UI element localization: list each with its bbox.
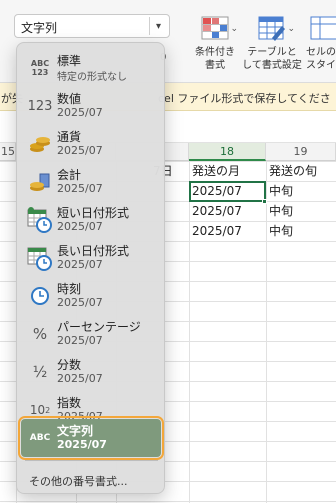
format-item-short-date[interactable]: 短い日付形式 2025/07 — [21, 201, 161, 239]
format-example: 2025/07 — [57, 182, 103, 195]
number-format-combobox[interactable]: 文字列 ▾ — [14, 14, 170, 38]
format-item-fraction[interactable]: ½ 分数 2025/07 — [21, 353, 161, 391]
number-format-dropdown: ABC 123 標準 特定の形式なし 123 数値 2025/07 通貨 2025… — [16, 42, 165, 494]
format-example: 2025/07 — [57, 258, 103, 271]
cell-month[interactable]: 2025/07 — [189, 221, 242, 241]
percent-icon: % — [32, 325, 48, 343]
calendar-clock-icon — [27, 245, 53, 271]
format-example: 2025/07 — [57, 144, 103, 157]
format-item-time[interactable]: 時刻 2025/07 — [21, 277, 161, 315]
format-name: 文字列 — [57, 424, 94, 438]
format-name: 指数 — [57, 396, 82, 410]
format-item-text[interactable]: ABC 文字列 2025/07 — [18, 416, 164, 460]
format-example: 2025/07 — [57, 334, 103, 347]
more-number-formats-item[interactable]: その他の番号書式... — [29, 473, 128, 489]
conditional-format-button[interactable]: ⌄ 条件付き 書式 — [190, 16, 240, 72]
format-item-percentage[interactable]: % パーセンテージ 2025/07 — [21, 315, 161, 353]
format-example: 2025/07 — [57, 106, 103, 119]
abc-123-icon: ABC 123 — [30, 59, 50, 77]
menu-divider — [25, 460, 158, 461]
format-name: 標準 — [57, 54, 82, 68]
conditional-format-icon: ⌄ — [201, 16, 238, 42]
number-123-icon: 123 — [27, 98, 53, 114]
format-example: 2025/07 — [57, 372, 103, 385]
format-item-accounting[interactable]: 会計 2025/07 — [21, 163, 161, 201]
format-as-table-button[interactable]: ⌄ テーブルと して書式設定 — [242, 16, 302, 72]
format-example: 特定の形式なし — [57, 72, 127, 83]
format-item-general[interactable]: ABC 123 標準 特定の形式なし — [21, 49, 161, 87]
cell-period[interactable]: 中旬 — [266, 221, 293, 241]
column-header-19[interactable]: 19 — [266, 143, 336, 161]
format-name: パーセンテージ — [57, 320, 141, 334]
cell-style-label-2: スタイ — [306, 60, 336, 71]
number-format-value: 文字列 — [21, 21, 58, 35]
format-name: 数値 — [57, 92, 82, 106]
conditional-format-label-2: 書式 — [205, 60, 225, 71]
cell-month[interactable]: 2025/07 — [189, 201, 242, 221]
format-name: 通貨 — [57, 130, 82, 144]
cell-style-icon — [310, 16, 336, 42]
format-name: 時刻 — [57, 282, 82, 296]
clock-icon — [27, 283, 53, 309]
cell-period[interactable]: 中旬 — [266, 201, 293, 221]
accounting-coins-icon — [27, 169, 53, 195]
table-format-label-1: テーブルと — [247, 47, 297, 58]
format-item-long-date[interactable]: 長い日付形式 2025/07 — [21, 239, 161, 277]
format-example: 2025/07 — [57, 220, 103, 233]
cell-header-month[interactable]: 発送の月 — [189, 161, 240, 181]
cell-style-button[interactable]: セルの スタイ — [306, 16, 336, 72]
column-header-18[interactable]: 18 — [189, 143, 266, 161]
format-name: 会計 — [57, 168, 82, 182]
format-name: 短い日付形式 — [57, 206, 130, 220]
fraction-icon: ½ — [32, 363, 48, 381]
info-bar-message: cel ファイル形式で保存してくださ — [158, 92, 331, 105]
cell-style-label-1: セルの — [306, 47, 336, 58]
cell-period[interactable]: 中旬 — [266, 181, 293, 201]
format-example: 2025/07 — [57, 438, 107, 451]
format-example: 2025/07 — [57, 296, 103, 309]
abc-icon: ABC — [29, 432, 51, 443]
selected-cell-border — [189, 181, 266, 202]
cell-header-period[interactable]: 発送の旬 — [266, 161, 317, 181]
chevron-down-icon[interactable]: ▾ — [149, 17, 167, 35]
table-format-icon: ⌄ — [258, 16, 295, 42]
format-item-currency[interactable]: 通貨 2025/07 — [21, 125, 161, 163]
conditional-format-label-1: 条件付き — [195, 47, 235, 58]
format-name: 分数 — [57, 358, 82, 372]
fill-handle[interactable] — [262, 199, 267, 204]
format-item-number[interactable]: 123 数値 2025/07 — [21, 87, 161, 125]
calendar-clock-icon — [27, 207, 53, 233]
format-name: 長い日付形式 — [57, 244, 130, 258]
column-header[interactable]: 15 — [0, 143, 16, 161]
coins-icon — [27, 131, 53, 157]
table-format-label-2: して書式設定 — [242, 60, 302, 71]
